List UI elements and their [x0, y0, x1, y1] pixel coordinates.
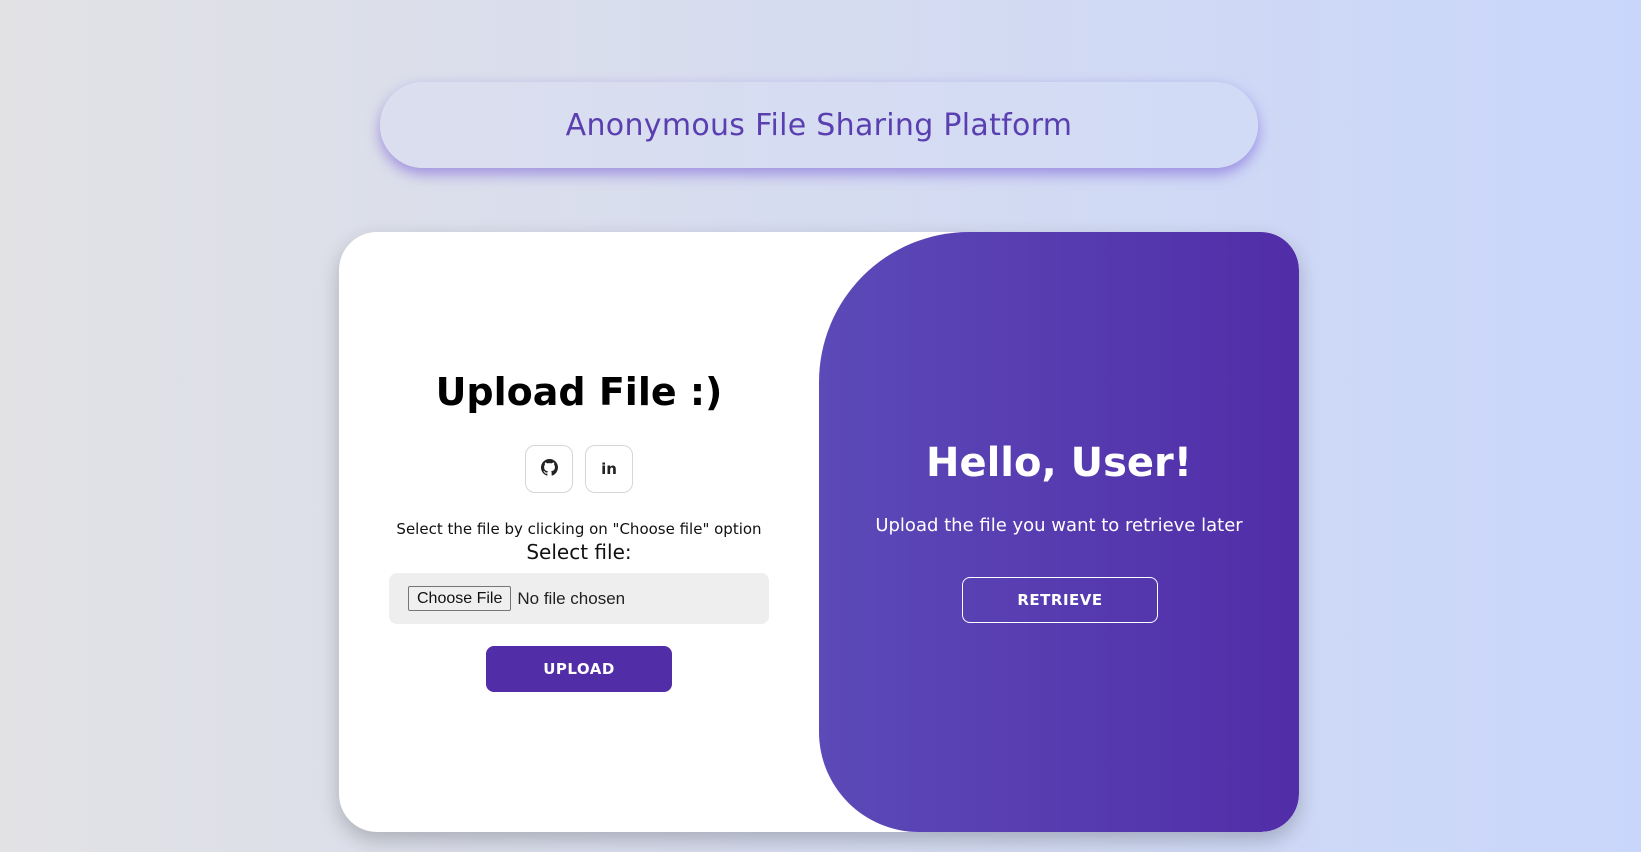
retrieve-button[interactable]: RETRIEVE [962, 577, 1158, 623]
greeting-title: Hello, User! [925, 440, 1192, 486]
file-status-text: No file chosen [517, 588, 626, 608]
page-title: Anonymous File Sharing Platform [565, 107, 1073, 143]
main-card: Upload File :) in Select the file by cli… [339, 232, 1299, 832]
upload-title: Upload File :) [435, 370, 723, 414]
github-link[interactable] [525, 445, 573, 493]
file-input-field: Choose File No file chosen [389, 573, 769, 624]
upload-button[interactable]: UPLOAD [486, 646, 672, 692]
choose-file-button[interactable]: Choose File [408, 586, 512, 611]
linkedin-icon: in [601, 460, 617, 478]
social-links: in [339, 445, 819, 493]
upload-panel: Upload File :) in Select the file by cli… [339, 232, 819, 832]
github-icon [540, 458, 558, 480]
greeting-subtitle: Upload the file you want to retrieve lat… [875, 515, 1243, 536]
retrieve-panel: Hello, User! Upload the file you want to… [819, 232, 1299, 832]
linkedin-link[interactable]: in [585, 445, 633, 493]
upload-instruction: Select the file by clicking on "Choose f… [396, 520, 762, 538]
select-file-label: Select file: [526, 540, 632, 564]
header-banner: Anonymous File Sharing Platform [380, 82, 1258, 168]
